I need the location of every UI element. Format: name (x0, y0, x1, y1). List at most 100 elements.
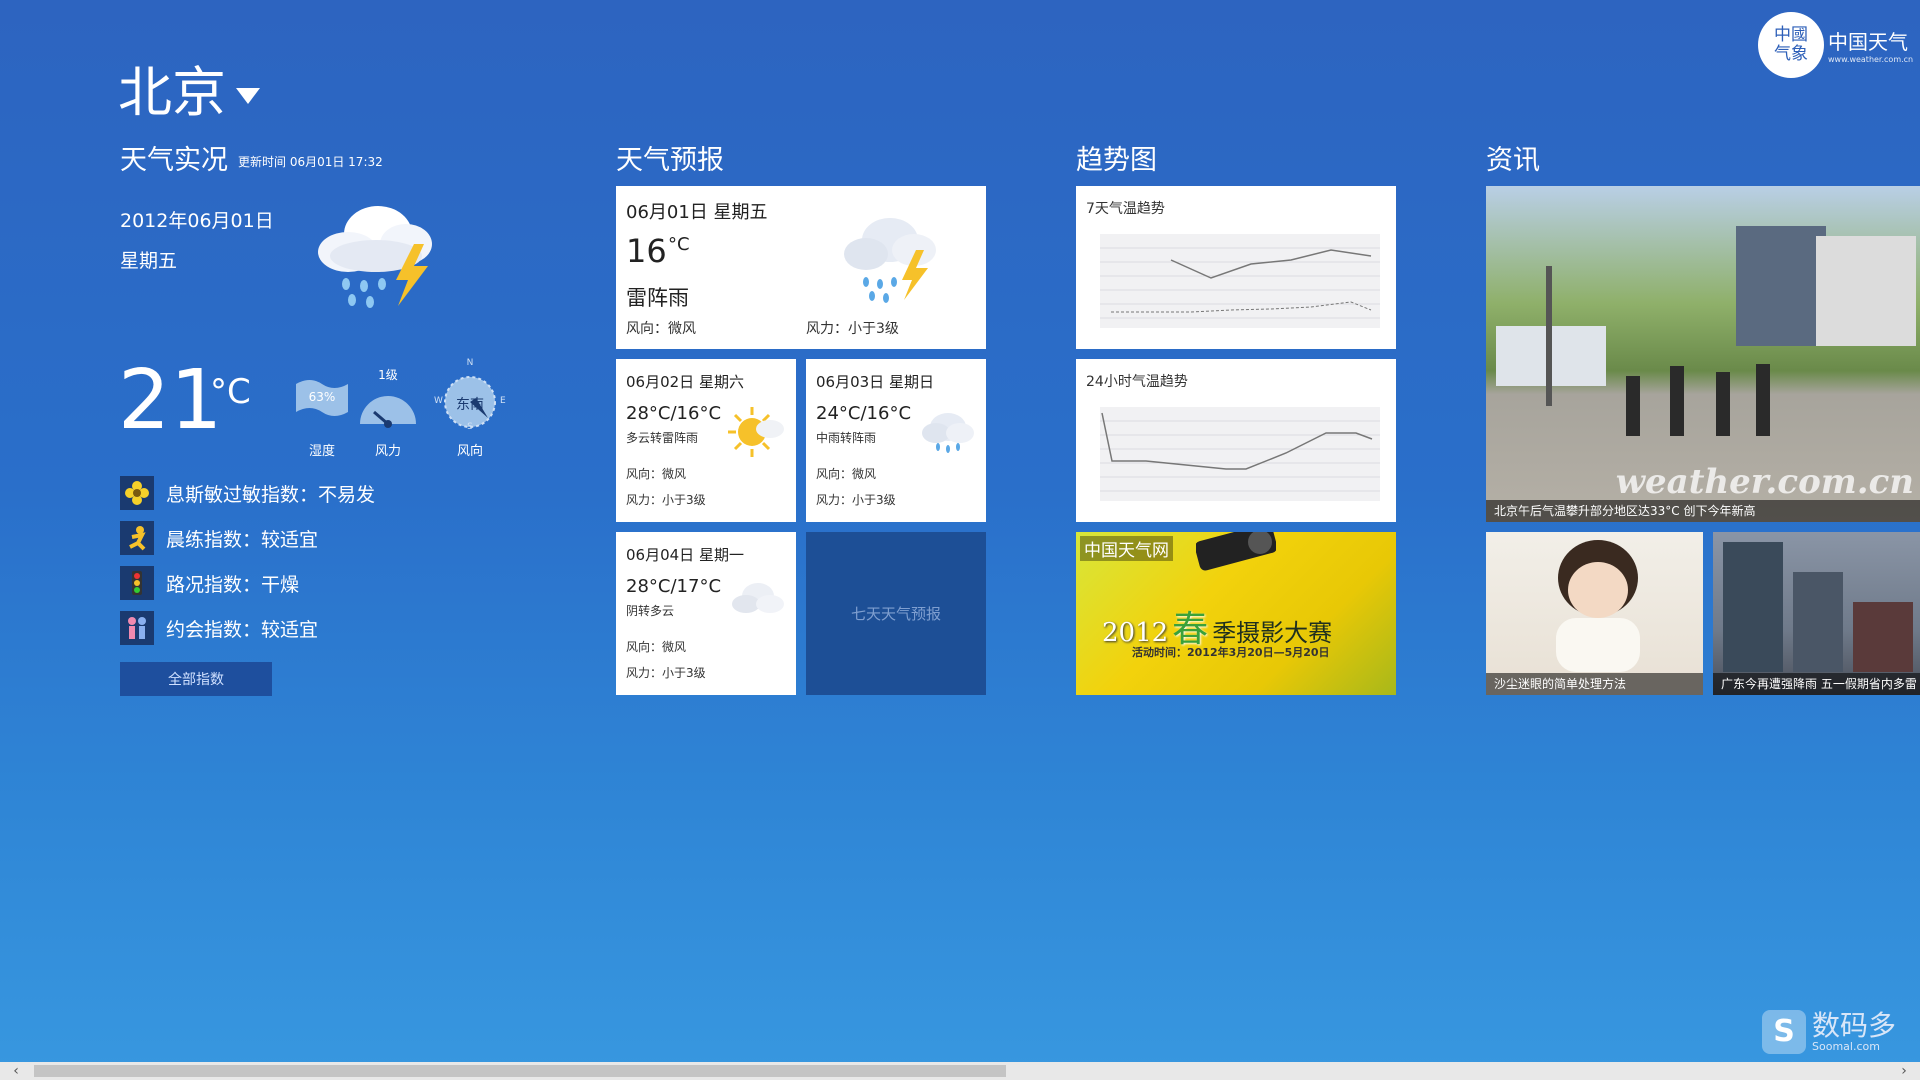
watermark-url: Soomal.com (1812, 1039, 1880, 1053)
forecast-wind-dir: 风向：微风 (626, 321, 696, 337)
banner-site-name: 中国天气网 (1080, 536, 1173, 561)
forecast-wind-dir: 风向：微风 (626, 640, 687, 654)
humidity-gauge: 63% 湿度 (290, 368, 354, 459)
logo-seal-text: 中國气象 (1774, 25, 1808, 64)
forecast-temp: 16 (626, 232, 667, 270)
cloud-icon (732, 583, 784, 613)
traffic-light-icon (120, 566, 154, 600)
chart-title: 24小时气温趋势 (1086, 374, 1188, 390)
forecast-wind-speed: 风力：小于3级 (816, 493, 896, 507)
news-photo (1556, 540, 1640, 672)
chart-7day-tile[interactable]: 7天气温趋势 (1076, 186, 1396, 349)
watermark-name: 数码多 (1812, 1008, 1897, 1042)
forecast-date: 06月04日 星期一 (626, 546, 744, 564)
trend-section-title: 趋势图 (1076, 145, 1157, 176)
chart-7day-plot (1100, 234, 1380, 328)
thunder-rain-icon (844, 218, 936, 303)
chevron-down-icon[interactable] (236, 87, 260, 104)
photo-watermark: weather.com.cn (1615, 462, 1914, 502)
photo-contest-banner[interactable]: 中国天气网 2012 春 季摄影大赛 活动时间：2012年3月20日—5月20日 (1076, 532, 1396, 695)
forecast-date: 06月03日 星期日 (816, 373, 934, 391)
logo-name: 中国天气 (1828, 30, 1908, 54)
news-photo (1723, 542, 1913, 672)
news-section-title: 资讯 (1486, 145, 1540, 176)
logo-seal-icon: 中國气象 (1758, 12, 1824, 78)
city-name: 北京 (118, 61, 226, 124)
index-item-dating[interactable]: 约会指数：较适宜 (120, 611, 318, 645)
thunder-rain-icon (318, 206, 432, 308)
temperature-unit: °C (210, 372, 251, 412)
scroll-right-icon[interactable]: › (1894, 1062, 1914, 1080)
runner-icon (120, 521, 154, 555)
chart-24h-tile[interactable]: 24小时气温趋势 (1076, 359, 1396, 522)
forecast-wind-dir: 风向：微风 (626, 467, 687, 481)
site-watermark: S 数码多 Soomal.com (1762, 1010, 1896, 1054)
chart-24h-plot (1100, 407, 1380, 501)
update-time: 更新时间 06月01日 17:32 (238, 155, 383, 169)
current-title-text: 天气实况 (120, 145, 228, 176)
all-indexes-button[interactable]: 全部指数 (120, 662, 272, 696)
forecast-temp: 28°C/17°C (626, 576, 722, 597)
banner-subtitle: 活动时间：2012年3月20日—5月20日 (1132, 646, 1330, 659)
forecast-temp-unit: °C (668, 234, 690, 255)
news-item[interactable]: 广东今再遭强降雨 五一假期省内多雷 (1713, 532, 1920, 695)
scroll-left-icon[interactable]: ‹ (6, 1062, 26, 1080)
banner-title: 季摄影大赛 (1212, 619, 1333, 647)
humidity-label: 湿度 (308, 444, 335, 459)
city-selector[interactable]: 北京 (118, 48, 260, 127)
news-caption: 广东今再遭强降雨 五一假期省内多雷 (1713, 673, 1920, 695)
compass-south: S (467, 422, 473, 432)
forecast-section-title: 天气预报 (616, 145, 724, 176)
news-caption: 北京午后气温攀升部分地区达33°C 创下今年新高 (1486, 500, 1920, 522)
news-caption: 沙尘迷眼的简单处理方法 (1486, 673, 1703, 695)
news-photo (1496, 226, 1916, 436)
index-item-morning-exercise[interactable]: 晨练指数：较适宜 (120, 521, 318, 555)
forecast-today-tile[interactable]: 06月01日 星期五 16 °C 雷阵雨 风向：微风 风力：小于3级 (616, 186, 986, 349)
horizontal-scrollbar[interactable]: ‹ › (0, 1062, 1920, 1080)
wind-label: 风力 (374, 444, 401, 459)
index-text: 约会指数：较适宜 (166, 618, 319, 641)
forecast-wind-speed: 风力：小于3级 (626, 666, 706, 680)
index-item-allergy[interactable]: 息斯敏过敏指数：不易发 (120, 476, 375, 510)
forecast-date: 06月01日 星期五 (626, 202, 768, 223)
chart-title: 7天气温趋势 (1086, 201, 1165, 217)
sun-cloud-icon (728, 407, 784, 457)
rain-cloud-icon (922, 413, 974, 453)
forecast-desc: 阴转多云 (626, 604, 675, 618)
forecast-desc: 中雨转阵雨 (816, 431, 877, 445)
forecast-day-tile[interactable]: 06月02日 星期六 28°C/16°C 多云转雷阵雨 风向：微风 风力：小于3… (616, 359, 796, 522)
camera-lens-icon (1196, 532, 1276, 571)
forecast-wind-speed: 风力：小于3级 (806, 321, 899, 337)
forecast-wind-speed: 风力：小于3级 (626, 493, 706, 507)
wind-speedometer-icon (360, 396, 416, 428)
current-weekday: 星期五 (120, 250, 178, 272)
logo-url: www.weather.com.cn (1828, 55, 1914, 64)
forecast-temp: 24°C/16°C (816, 403, 912, 424)
wind-direction-value: 东南 (456, 397, 484, 413)
compass-north: N (466, 358, 474, 368)
forecast-desc: 雷阵雨 (626, 286, 689, 310)
watermark-logo-icon: S (1762, 1010, 1806, 1054)
logo: 中國气象 中国天气 www.weather.com.cn (1758, 12, 1913, 78)
humidity-value: 63% (308, 390, 336, 404)
couple-icon (120, 611, 154, 645)
wind-value: 1级 (378, 368, 398, 382)
forecast-temp: 28°C/16°C (626, 403, 722, 424)
forecast-day-tile[interactable]: 06月04日 星期一 28°C/17°C 阴转多云 风向：微风 风力：小于3级 (616, 532, 796, 695)
index-item-traffic[interactable]: 路况指数：干燥 (120, 566, 299, 600)
seven-day-forecast-button[interactable]: 七天天气预报 (806, 532, 986, 695)
scrollbar-thumb[interactable] (34, 1065, 1006, 1077)
news-item[interactable]: 沙尘迷眼的简单处理方法 (1486, 532, 1703, 695)
wind-direction-gauge: N S W E 东南 风向 (434, 358, 506, 459)
current-date: 2012年06月01日 (120, 210, 274, 232)
wind-gauge: 1级 风力 (356, 368, 420, 459)
index-text: 息斯敏过敏指数：不易发 (166, 483, 376, 506)
index-text: 路况指数：干燥 (166, 573, 300, 596)
forecast-day-tile[interactable]: 06月03日 星期日 24°C/16°C 中雨转阵雨 风向：微风 风力：小于3级 (806, 359, 986, 522)
flower-icon (120, 476, 154, 510)
current-section-title: 天气实况 更新时间 06月01日 17:32 (120, 138, 383, 177)
news-item-main[interactable]: weather.com.cn 北京午后气温攀升部分地区达33°C 创下今年新高 (1486, 186, 1920, 522)
forecast-date: 06月02日 星期六 (626, 373, 744, 391)
forecast-wind-dir: 风向：微风 (816, 467, 877, 481)
forecast-desc: 多云转雷阵雨 (626, 431, 699, 445)
